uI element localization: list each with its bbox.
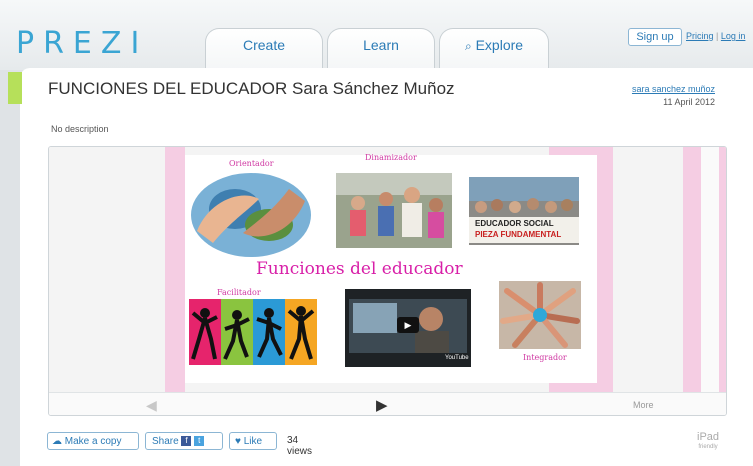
search-icon: ⌕ [464,39,472,53]
share-label: Share [152,436,179,447]
hands-circle-image [499,281,581,349]
page-title: FUNCIONES DEL EDUCADOR Sara Sánchez Muño… [48,79,455,98]
copy-icon: ☁ [52,436,62,447]
views-count: 34 views [287,435,313,457]
prezi-logo[interactable]: PREZI [16,26,148,61]
twitter-icon: t [194,436,205,447]
hands-globe-image [189,171,313,259]
pricing-link[interactable]: Pricing [686,31,714,41]
video-player[interactable]: ▶ YouTube [345,289,471,367]
more-link[interactable]: More [633,400,654,410]
ipad-friendly-badge: iPad friendly [697,432,719,452]
tab-create-label: Create [242,37,286,53]
prezi-canvas[interactable]: Orientador Dinamizador Facilitador Integ… [49,147,726,392]
date-label: 11 April 2012 [663,97,715,107]
top-links: Pricing | Log in [686,31,745,41]
like-label: Like [243,436,263,447]
play-button[interactable]: ▶ [397,317,419,333]
children-photo [336,173,452,248]
make-copy-label: Make a copy [64,436,122,447]
heart-icon: ♥ [235,436,241,447]
label-facilitador: Facilitador [217,288,261,297]
pink-stripe-left [165,147,185,392]
label-dinamizador: Dinamizador [365,153,417,162]
white-stripe-right [701,147,719,392]
previous-arrow-icon[interactable]: ◀ [146,397,157,414]
like-button[interactable]: ♥ Like [229,432,277,450]
accent-tab [8,72,22,104]
sign-text-1: EDUCADOR SOCIAL [475,219,554,228]
sign-up-button[interactable]: Sign up [628,28,682,46]
tab-explore-label: Explore [475,37,524,53]
friendly-label: friendly [698,444,718,450]
facebook-icon: f [181,436,192,447]
next-arrow-icon[interactable]: ▶ [376,396,388,414]
link-separator: | [716,31,719,41]
login-link[interactable]: Log in [721,31,746,41]
sign-text-2: PIEZA FUNDAMENTAL [475,230,562,239]
prezi-viewer[interactable]: Orientador Dinamizador Facilitador Integ… [48,146,727,416]
tab-learn-label: Learn [363,37,399,53]
youtube-logo: YouTube [445,355,469,361]
educador-social-photo: EDUCADOR SOCIAL PIEZA FUNDAMENTAL [469,177,579,245]
share-button[interactable]: Share f t [145,432,223,450]
make-copy-button[interactable]: ☁ Make a copy [47,432,139,450]
tab-explore[interactable]: ⌕ Explore [439,28,549,70]
tab-create[interactable]: Create [205,28,323,70]
label-orientador: Orientador [229,159,274,168]
author-link[interactable]: sara sanchez muñoz [632,84,715,94]
label-integrador: Integrador [523,353,567,362]
slide-title: Funciones del educador [256,259,463,279]
viewer-controls: ◀ ▶ More [49,392,726,415]
dancers-image [189,299,317,365]
description: No description [51,124,109,134]
tab-learn[interactable]: Learn [327,28,435,70]
